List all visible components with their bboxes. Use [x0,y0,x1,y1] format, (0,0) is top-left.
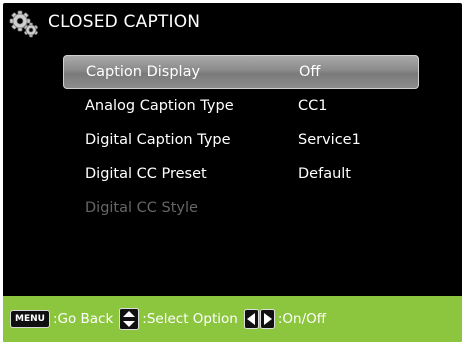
select-option-hint: :Select Option [142,311,238,327]
menu-item-value: Default [298,166,351,182]
menu-item-label: Caption Display [86,64,201,80]
menu-item-digital-cc-style: Digital CC Style [63,191,419,225]
menu-item-digital-caption-type[interactable]: Digital Caption Type Service1 [63,123,419,157]
menu-item-caption-display[interactable]: Caption Display Off [63,55,419,89]
menu-item-digital-cc-preset[interactable]: Digital CC Preset Default [63,157,419,191]
go-back-hint: :Go Back [52,311,114,327]
menu-item-label: Digital CC Preset [85,166,207,182]
menu-item-label: Digital Caption Type [85,132,231,148]
up-down-arrows-icon [119,308,140,330]
footer-help-bar: MENU :Go Back :Select Option :On/Off [3,296,462,342]
menu-item-label: Analog Caption Type [85,98,234,114]
menu-item-value: Service1 [298,132,361,148]
osd-screen: CLOSED CAPTION Caption Display Off Analo… [3,3,462,342]
on-off-hint: :On/Off [277,311,327,327]
caption-menu: Caption Display Off Analog Caption Type … [63,55,419,225]
menu-item-value: Off [299,64,321,80]
menu-item-value: CC1 [298,98,328,114]
menu-key-icon: MENU [10,310,50,328]
menu-item-analog-caption-type[interactable]: Analog Caption Type CC1 [63,89,419,123]
gears-icon [9,10,39,38]
left-right-arrows-icon [243,308,275,330]
page-title: CLOSED CAPTION [48,12,201,32]
menu-item-label: Digital CC Style [85,200,198,216]
header: CLOSED CAPTION [3,3,462,43]
